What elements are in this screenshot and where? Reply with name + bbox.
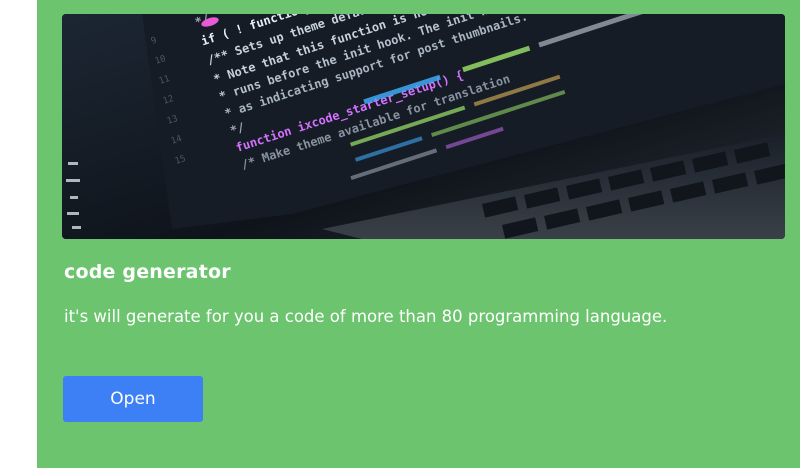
app-card: 9 10 11 12 13 14 15 */ if ( ! function_e… [37,0,800,468]
open-button[interactable]: Open [63,376,203,422]
card-description: it's will generate for you a code of mor… [64,307,668,326]
card-title: code generator [64,261,231,283]
card-image: 9 10 11 12 13 14 15 */ if ( ! function_e… [62,14,785,239]
code-laptop-illustration: 9 10 11 12 13 14 15 */ if ( ! function_e… [62,14,785,239]
